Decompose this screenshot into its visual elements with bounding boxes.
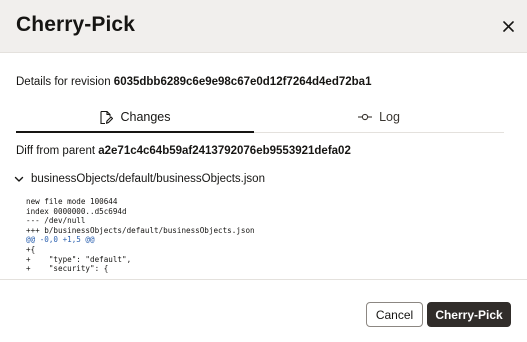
diff-content: new file mode 100644 index 0000000..d5c69…: [26, 197, 506, 279]
tab-bar: Changes Log: [16, 103, 504, 133]
diff-line: +{: [26, 244, 36, 254]
commit-icon: [358, 112, 373, 122]
diff-parent-label: Diff from parent: [16, 145, 99, 157]
diff-line: + "type": "default",: [26, 254, 132, 264]
revision-details: Details for revision 6035dbb6289c6e9e98c…: [16, 76, 371, 88]
file-path: businessObjects/default/businessObjects.…: [31, 173, 265, 185]
revision-details-label: Details for revision: [16, 76, 114, 88]
diff-line: index 0000000..d5c694d: [26, 206, 127, 216]
diff-line: --- /dev/null: [26, 216, 86, 226]
tab-changes-label: Changes: [120, 110, 171, 124]
parent-hash: a2e71c4c64b59af2413792076eb9553921defa02: [98, 145, 351, 157]
tab-log-label: Log: [379, 110, 400, 124]
chevron-down-icon: [14, 176, 24, 183]
diff-line: + "security": {: [26, 264, 109, 274]
cherry-pick-dialog: Cherry-Pick Details for revision 6035dbb…: [0, 0, 527, 342]
footer-divider: [0, 279, 527, 280]
document-edit-icon: [99, 110, 114, 125]
diff-line: @@ -0,0 +1,5 @@: [26, 235, 95, 245]
revision-hash: 6035dbb6289c6e9e98c67e0d12f7264d4ed72ba1: [113, 76, 372, 88]
file-toggle[interactable]: businessObjects/default/businessObjects.…: [14, 171, 265, 187]
diff-line: new file mode 100644: [26, 197, 118, 206]
close-icon: [502, 20, 514, 32]
diff-line: +++ b/businessObjects/default/businessOb…: [26, 225, 255, 235]
cherry-pick-button[interactable]: Cherry-Pick: [427, 302, 511, 327]
dialog-header: Cherry-Pick: [0, 0, 527, 53]
diff-parent-info: Diff from parent a2e71c4c64b59af24137920…: [16, 145, 351, 157]
dialog-title: Cherry-Pick: [16, 13, 135, 36]
tab-changes[interactable]: Changes: [16, 103, 254, 133]
tab-log[interactable]: Log: [254, 103, 504, 131]
cancel-button[interactable]: Cancel: [366, 302, 423, 327]
close-button[interactable]: [496, 14, 520, 38]
